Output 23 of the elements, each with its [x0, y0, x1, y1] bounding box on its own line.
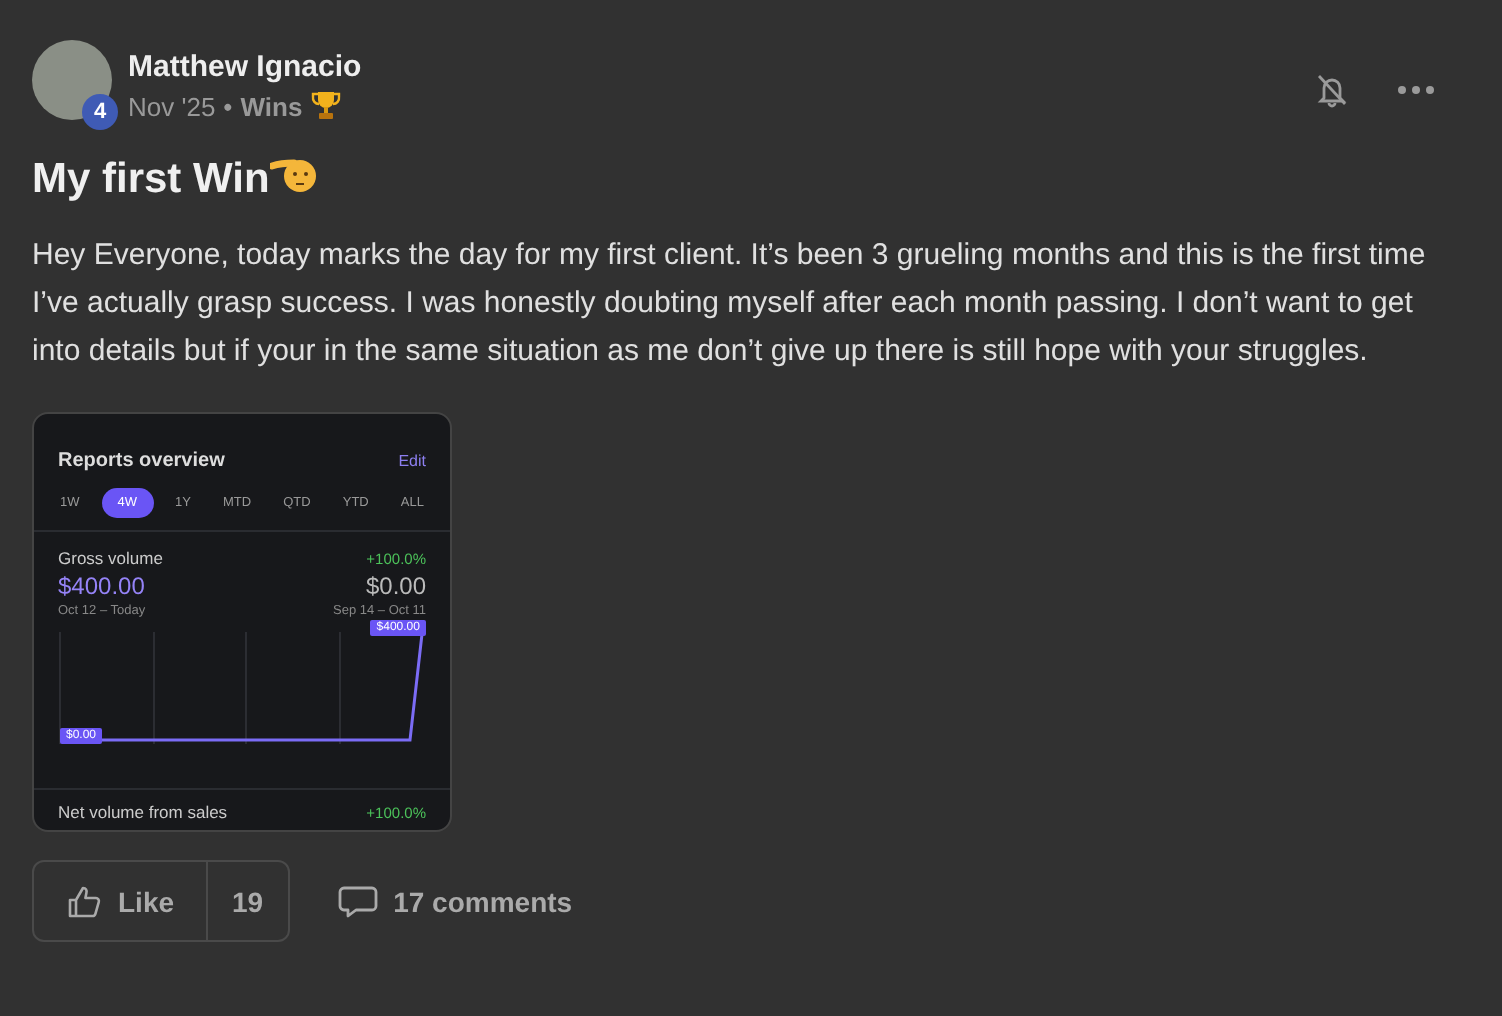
thumbs-up-icon	[66, 883, 102, 919]
category-label[interactable]: Wins	[240, 91, 303, 121]
post-body: Hey Everyone, today marks the day for my first client. It’s been 3 grueling months and this is the first time I’ve actually grasp success. I was honestly doubting myself after each month passing. I don’t want to get into details but if your in the same situation as me don’t give up there is still hope with your struggles.	[32, 236, 1428, 372]
post-title: My first Win	[32, 156, 270, 204]
level-badge: 4	[82, 94, 118, 130]
author-name[interactable]: Matthew Ignacio	[128, 50, 362, 84]
pointing-hand-icon	[269, 154, 318, 198]
report-title: Reports overview	[58, 450, 225, 472]
more-options-icon[interactable]	[1398, 86, 1434, 94]
avatar[interactable]	[32, 40, 112, 120]
separator-dot: •	[223, 91, 233, 121]
like-count[interactable]: 19	[208, 862, 288, 940]
speech-bubble-icon	[337, 883, 378, 919]
edit-link[interactable]: Edit	[398, 452, 426, 470]
comments-button[interactable]: 17 comments	[337, 883, 573, 919]
previous-value: $0.00	[365, 572, 426, 600]
trophy-icon	[310, 90, 343, 122]
metric-label: Net volume from sales	[58, 802, 228, 822]
muted-bell-icon[interactable]	[1314, 72, 1350, 108]
post-date: Nov '25	[128, 91, 216, 121]
current-value: $400.00	[58, 572, 145, 600]
like-button[interactable]: Like	[34, 862, 209, 940]
metric-label: Gross volume	[58, 548, 163, 568]
